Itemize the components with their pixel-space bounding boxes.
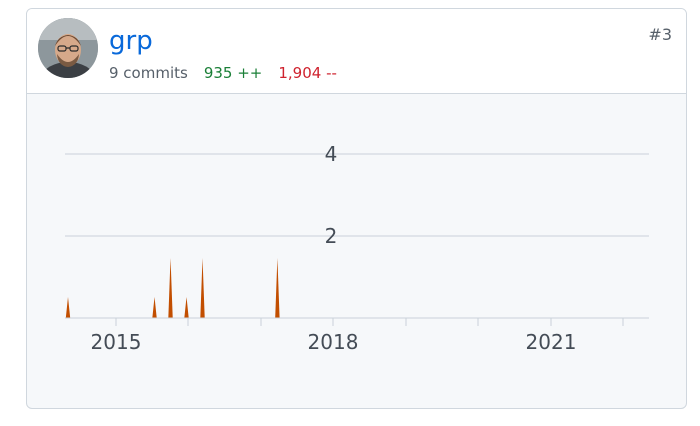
- y-tick-label-4: 4: [325, 142, 338, 166]
- contribution-chart: 24 2015 2018 2021: [65, 142, 649, 354]
- additions-count: 935 ++: [203, 64, 263, 82]
- x-tick-label-2018: 2018: [308, 330, 359, 354]
- chart-x-axis: 2015 2018 2021: [65, 317, 649, 354]
- commits-count-link[interactable]: 9 commits: [109, 64, 188, 82]
- deletions-count: 1,904 --: [278, 64, 337, 82]
- series-spike-0: [65, 297, 71, 318]
- contributor-rank: #3: [648, 25, 672, 44]
- chart-series: [65, 258, 280, 318]
- avatar[interactable]: [38, 18, 98, 78]
- contributor-header: grp 9 commits 935 ++ 1,904 -- #3: [27, 9, 686, 94]
- series-spike-3: [184, 297, 189, 318]
- chart-grid: 24: [65, 142, 649, 248]
- series-spike-1: [152, 297, 157, 318]
- x-tick-label-2015: 2015: [91, 330, 142, 354]
- x-tick-label-2021: 2021: [526, 330, 577, 354]
- contributor-stats: 9 commits 935 ++ 1,904 --: [109, 64, 337, 82]
- series-spike-5: [275, 258, 280, 318]
- contributor-card: grp 9 commits 935 ++ 1,904 -- #3 24 2015 20…: [26, 8, 687, 409]
- avatar-photo-icon: [38, 18, 98, 78]
- series-spike-2: [168, 258, 173, 318]
- y-tick-label-2: 2: [325, 224, 338, 248]
- contributor-username-link[interactable]: grp: [109, 26, 153, 56]
- series-spike-4: [200, 258, 205, 318]
